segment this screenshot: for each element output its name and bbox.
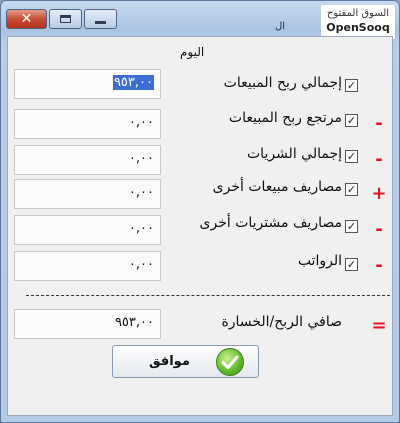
watermark-arabic: السوق المفتوح — [326, 8, 390, 19]
ok-button-label: موافق — [149, 354, 190, 369]
other-sales-expenses-label: مصاريف مبيعات أخرى — [212, 179, 342, 195]
other-purchases-expenses-field[interactable]: ٠,٠٠ — [14, 215, 161, 245]
total-purchases-field[interactable]: ٠,٠٠ — [14, 145, 161, 175]
sales-returns-profit-label: مرتجع ربح المبيعات — [228, 110, 342, 126]
selected-value: ٩٥٣,٠٠ — [112, 75, 154, 90]
ok-button[interactable]: موافق — [112, 345, 259, 378]
watermark-english: OpenSooq — [326, 21, 390, 34]
minus-sign: - — [375, 149, 383, 170]
close-button[interactable]: ✕ — [6, 9, 47, 29]
other-sales-expenses-field[interactable]: ٠,٠٠ — [14, 179, 161, 209]
restore-icon — [60, 15, 71, 23]
watermark-logo: السوق المفتوح OpenSooq — [321, 5, 395, 39]
total-purchases-label: إجمالي الشريات — [247, 146, 342, 162]
restore-button[interactable] — [49, 9, 82, 29]
sales-returns-profit-field[interactable]: ٠,٠٠ — [14, 109, 161, 139]
dialog-body: اليوم ٩٥٣,٠٠ ✓ إجمالي ربح المبيعات ٠,٠٠ … — [7, 36, 393, 416]
sales-returns-profit-checkbox[interactable]: ✓ — [345, 114, 358, 127]
salaries-checkbox[interactable]: ✓ — [345, 258, 358, 271]
check-icon — [216, 348, 244, 376]
minimize-icon — [95, 21, 106, 24]
net-profit-loss-field[interactable]: ٩٥٣,٠٠ — [14, 309, 161, 339]
equals-sign: = — [371, 315, 387, 336]
other-purchases-expenses-label: مصاريف مشتريات أخرى — [199, 215, 342, 231]
total-purchases-checkbox[interactable]: ✓ — [345, 150, 358, 163]
minimize-button[interactable] — [84, 9, 117, 29]
other-sales-expenses-checkbox[interactable]: ✓ — [345, 183, 358, 196]
minus-sign: - — [375, 219, 383, 240]
net-profit-loss-label: صافي الربح/الخسارة — [221, 314, 342, 330]
total-sales-profit-field[interactable]: ٩٥٣,٠٠ — [14, 69, 161, 99]
window-title: ال — [275, 21, 286, 32]
total-sales-profit-checkbox[interactable]: ✓ — [345, 79, 358, 92]
minus-sign: - — [375, 255, 383, 276]
dashed-separator — [26, 295, 390, 296]
close-icon: ✕ — [20, 11, 33, 27]
plus-sign: + — [371, 183, 387, 204]
today-label: اليوم — [180, 45, 205, 59]
other-purchases-expenses-checkbox[interactable]: ✓ — [345, 220, 358, 233]
salaries-field[interactable]: ٠,٠٠ — [14, 251, 161, 281]
minus-sign: - — [375, 113, 383, 134]
total-sales-profit-label: إجمالي ربح المبيعات — [223, 75, 342, 91]
salaries-label: الرواتب — [297, 253, 342, 269]
